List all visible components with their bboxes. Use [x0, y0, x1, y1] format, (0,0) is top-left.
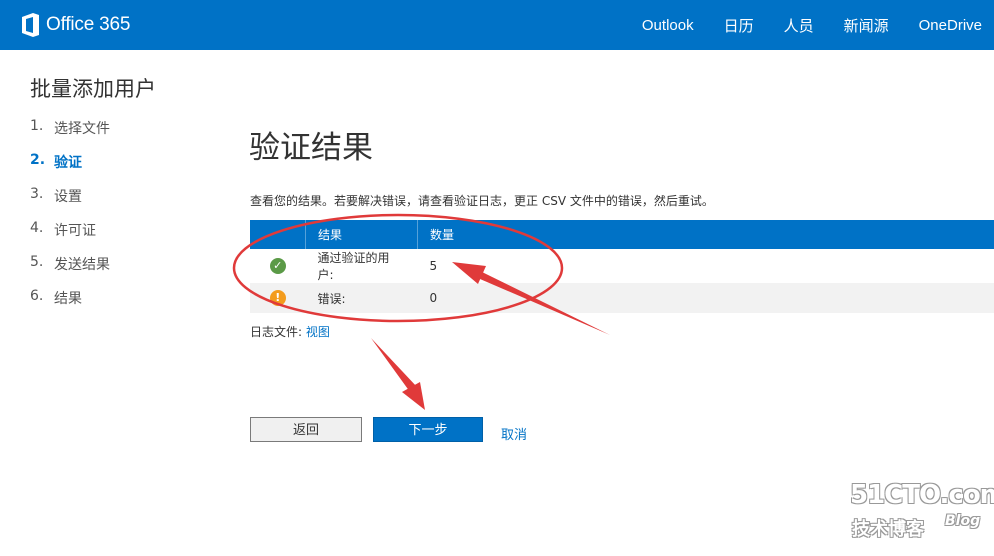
back-button[interactable]: 返回 [250, 417, 362, 442]
header-count: 数量 [417, 220, 994, 249]
next-button[interactable]: 下一步 [373, 417, 483, 442]
row-icon-cell: ✓ [250, 249, 306, 283]
nav-calendar[interactable]: 日历 [724, 15, 754, 36]
step-number: 2. [30, 152, 46, 168]
row-icon-cell: ! [250, 283, 306, 313]
log-file-label: 日志文件: [250, 325, 303, 339]
header-result: 结果 [305, 220, 418, 249]
table-row: ✓ 通过验证的用户: 5 [250, 249, 994, 283]
row-result: 通过验证的用户: [317, 251, 390, 282]
annotation-arrow-next [371, 338, 425, 410]
step-label: 验证 [54, 155, 82, 171]
row-result: 错误: [305, 283, 418, 313]
nav-newsfeed[interactable]: 新闻源 [844, 15, 889, 36]
table-header-row: 结果 数量 [250, 220, 994, 249]
step-settings[interactable]: 3. 设置 [30, 186, 110, 220]
log-file-row: 日志文件: 视图 [250, 323, 330, 340]
cancel-link[interactable]: 取消 [501, 424, 527, 443]
step-number: 3. [30, 186, 44, 202]
step-number: 4. [30, 220, 44, 236]
description-text: 查看您的结果。若要解决错误，请查看验证日志，更正 CSV 文件中的错误，然后重试… [250, 194, 714, 208]
step-label: 结果 [54, 291, 82, 307]
top-nav: Outlook 日历 人员 新闻源 OneDrive [642, 0, 994, 50]
step-results[interactable]: 6. 结果 [30, 288, 110, 322]
step-label: 许可证 [54, 223, 96, 239]
row-count: 0 [417, 283, 994, 313]
row-count: 5 [429, 259, 438, 273]
watermark-sub: 技术博客 [852, 519, 924, 540]
office-logo-text: Office 365 [46, 14, 131, 35]
step-select-file[interactable]: 1. 选择文件 [30, 118, 110, 152]
warning-circle-icon: ! [269, 290, 286, 306]
table-row: ! 错误: 0 [250, 283, 994, 313]
step-verify[interactable]: 2. 验证 [30, 152, 110, 186]
watermark-logo: 51CTO.com 技术博客 Blog [850, 480, 994, 542]
top-bar: Office 365 Outlook 日历 人员 新闻源 OneDrive [0, 0, 994, 50]
step-label: 选择文件 [54, 121, 110, 137]
office-logo[interactable]: Office 365 [20, 12, 130, 38]
step-number: 5. [30, 254, 44, 270]
step-label: 设置 [54, 189, 82, 205]
nav-outlook[interactable]: Outlook [642, 17, 694, 34]
nav-onedrive[interactable]: OneDrive [919, 17, 982, 34]
header-icon-column [250, 220, 306, 249]
check-circle-icon: ✓ [269, 258, 286, 274]
office-logo-icon [22, 13, 39, 37]
step-number: 6. [30, 288, 44, 304]
wizard-steps: 1. 选择文件 2. 验证 3. 设置 4. 许可证 5. 发送结果 6. 结果 [30, 118, 110, 322]
step-send-results[interactable]: 5. 发送结果 [30, 254, 110, 288]
page-title: 批量添加用户 [30, 77, 156, 101]
step-label: 发送结果 [54, 257, 110, 273]
main-title: 验证结果 [249, 130, 373, 166]
watermark-site: 51CTO.com [850, 480, 994, 510]
nav-people[interactable]: 人员 [784, 15, 814, 36]
log-file-view-link[interactable]: 视图 [306, 325, 330, 339]
watermark-blog: Blog [945, 513, 981, 529]
step-licenses[interactable]: 4. 许可证 [30, 220, 110, 254]
step-number: 1. [30, 118, 44, 134]
verification-results-table: 结果 数量 ✓ 通过验证的用户: 5 ! 错误: 0 [250, 220, 994, 313]
